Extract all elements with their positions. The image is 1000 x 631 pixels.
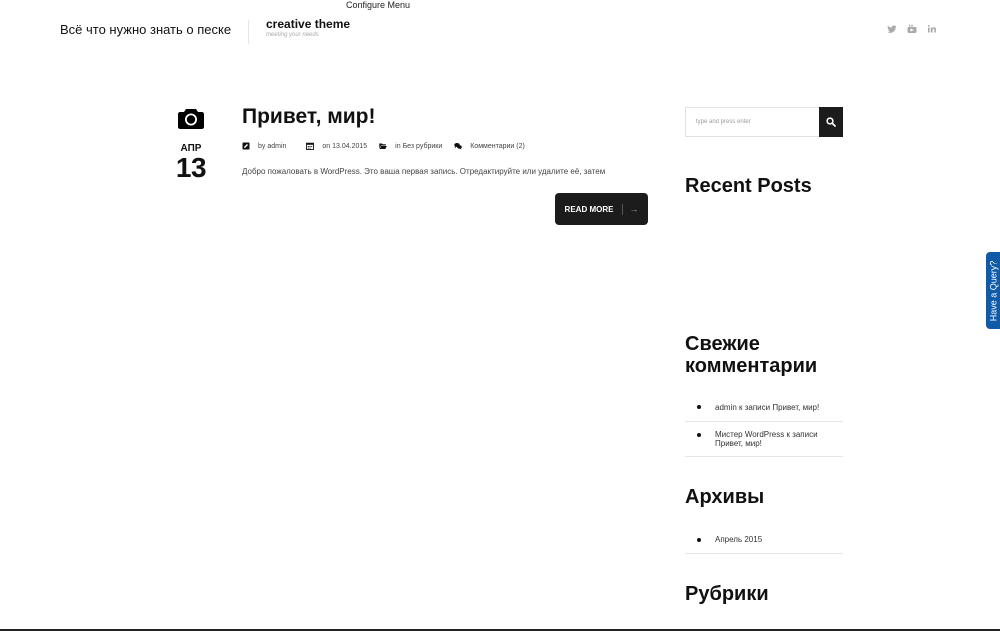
post-title[interactable]: Привет, мир! <box>242 105 376 129</box>
meta-comments[interactable]: Комментарии (2) <box>454 142 525 150</box>
archives-title: Архивы <box>685 486 765 508</box>
post-day: 13 <box>175 152 207 183</box>
comment-item[interactable]: Мистер WordPress к записи Привет, мир! <box>685 422 843 457</box>
categories-title: Рубрики <box>685 583 769 605</box>
search-button[interactable] <box>819 107 843 137</box>
arrow-right-icon: → <box>629 204 639 214</box>
archive-item[interactable]: Апрель 2015 <box>685 528 843 554</box>
site-title[interactable]: Всё что нужно знать о песке <box>60 22 231 37</box>
meta-category[interactable]: in Без рубрики <box>379 142 442 150</box>
have-a-query-tab[interactable]: Have a Query? <box>986 252 1000 329</box>
comments-icon <box>454 143 463 150</box>
post-meta: by admin on 13.04.2015 in Без рубрики Ко… <box>242 140 525 152</box>
theme-title: creative theme <box>266 17 351 31</box>
read-more-separator <box>622 203 624 215</box>
configure-menu-link[interactable]: Configure Menu <box>346 0 410 10</box>
comment-item[interactable]: admin к записи Привет, мир! <box>685 397 843 422</box>
bullet <box>697 405 701 409</box>
bullet <box>697 538 701 542</box>
search-input[interactable] <box>685 107 819 137</box>
meta-date: on 13.04.2015 <box>306 142 367 150</box>
category-link[interactable]: in Без рубрики <box>395 143 442 150</box>
youtube-icon[interactable] <box>907 24 917 34</box>
comment-text[interactable]: Мистер WordPress к записи Привет, мир! <box>715 430 833 448</box>
comments-link[interactable]: Комментарии (2) <box>470 143 525 150</box>
folder-open-icon <box>379 143 387 149</box>
calendar-icon <box>306 142 315 150</box>
search-icon <box>826 117 836 127</box>
meta-author[interactable]: by admin <box>242 142 286 150</box>
theme-tagline: meeting your needs <box>266 32 319 38</box>
recent-posts-title: Recent Posts <box>685 175 812 197</box>
header-divider <box>248 20 249 44</box>
twitter-icon[interactable] <box>887 24 897 34</box>
post-excerpt: Добро пожаловать в WordPress. Это ваша п… <box>242 167 606 176</box>
edit-icon <box>242 142 250 150</box>
bullet <box>697 433 701 437</box>
read-more-label: READ MORE <box>564 204 614 214</box>
camera-icon <box>178 109 204 129</box>
comment-text[interactable]: admin к записи Привет, мир! <box>715 403 819 412</box>
read-more-button[interactable]: READ MORE → <box>555 193 648 225</box>
query-tab-label: Have a Query? <box>988 260 998 321</box>
recent-comments-title: Свежие комментарии <box>685 333 818 377</box>
author-link[interactable]: by admin <box>258 143 286 150</box>
archive-link[interactable]: Апрель 2015 <box>715 535 762 544</box>
linkedin-icon[interactable] <box>927 24 937 34</box>
post-date: on 13.04.2015 <box>322 142 368 150</box>
